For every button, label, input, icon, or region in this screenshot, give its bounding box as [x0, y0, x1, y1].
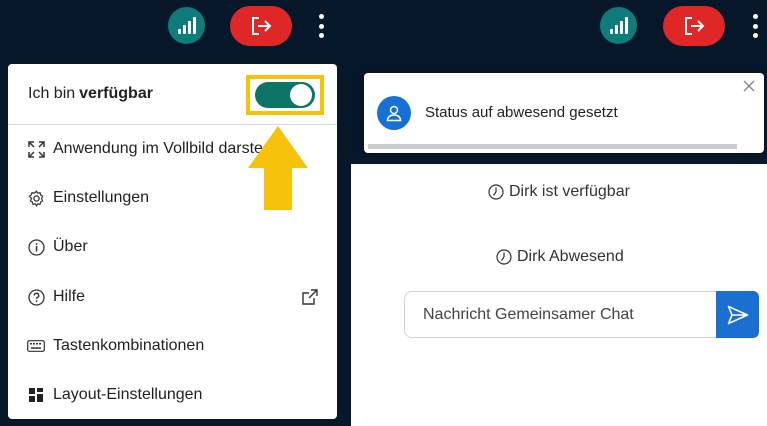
menu-item-help[interactable]: Hilfe	[8, 273, 337, 321]
options-menu: Ich bin verfügbar Anwendung im Vollbild …	[8, 64, 337, 419]
top-bar-right	[351, 0, 767, 54]
connection-status-button[interactable]	[600, 7, 637, 44]
highlight-arrow-icon	[248, 126, 308, 210]
signal-bar	[624, 17, 628, 34]
status-toast: Status auf abwesend gesetzt	[364, 73, 764, 153]
menu-item-label: Hilfe	[53, 288, 86, 305]
signal-bar	[614, 25, 618, 34]
user-icon	[377, 96, 411, 130]
leave-icon	[685, 17, 705, 35]
send-icon	[727, 305, 748, 324]
system-message-text: Dirk ist verfügbar	[509, 183, 630, 200]
signal-bar	[187, 21, 191, 34]
options-menu-button[interactable]	[317, 14, 325, 38]
options-menu-button[interactable]	[751, 14, 759, 38]
menu-item-about[interactable]: Über	[8, 223, 337, 271]
leave-icon	[252, 17, 272, 35]
chat-input-placeholder: Nachricht Gemeinsamer Chat	[423, 305, 634, 323]
system-message-text: Dirk Abwesend	[517, 248, 624, 265]
menu-item-layout-settings[interactable]: Layout-Einstellungen	[8, 371, 337, 419]
chat-message-input[interactable]: Nachricht Gemeinsamer Chat	[404, 291, 717, 338]
send-message-button[interactable]	[716, 291, 759, 338]
toggle-knob	[290, 84, 312, 106]
system-message: Dirk Abwesend	[496, 248, 624, 266]
availability-toggle[interactable]	[255, 82, 315, 108]
layout-icon	[27, 386, 45, 404]
menu-item-label: Über	[53, 238, 88, 255]
connection-status-button[interactable]	[168, 7, 205, 44]
system-message: Dirk ist verfügbar	[488, 183, 630, 201]
fullscreen-icon	[27, 140, 45, 158]
external-link-icon	[301, 288, 319, 311]
leave-meeting-button[interactable]	[663, 6, 725, 46]
menu-item-shortcuts[interactable]: Tastenkombinationen	[8, 322, 337, 370]
signal-bar	[609, 29, 613, 34]
signal-bar	[192, 17, 196, 34]
toast-progress-bar	[368, 144, 737, 149]
signal-bar	[177, 29, 181, 34]
info-icon	[27, 238, 45, 256]
clock-icon	[496, 249, 512, 265]
menu-item-label: Einstellungen	[53, 189, 150, 206]
close-icon[interactable]	[742, 79, 756, 93]
menu-item-label: Layout-Einstellungen	[53, 386, 203, 403]
clock-icon	[488, 184, 504, 200]
gear-icon	[27, 189, 45, 207]
top-bar-left	[0, 0, 350, 54]
menu-item-label: Anwendung im Vollbild darste	[53, 140, 263, 157]
menu-item-label: Tastenkombinationen	[53, 337, 205, 354]
toast-message: Status auf abwesend gesetzt	[425, 104, 618, 121]
availability-label-prefix: Ich bin	[28, 85, 76, 102]
availability-label-bold: verfügbar	[79, 85, 153, 102]
signal-bar	[182, 25, 186, 34]
help-icon	[27, 288, 45, 306]
signal-bar	[619, 21, 623, 34]
toggle-highlight	[246, 75, 324, 115]
leave-meeting-button[interactable]	[230, 6, 292, 46]
keyboard-icon	[27, 337, 45, 355]
